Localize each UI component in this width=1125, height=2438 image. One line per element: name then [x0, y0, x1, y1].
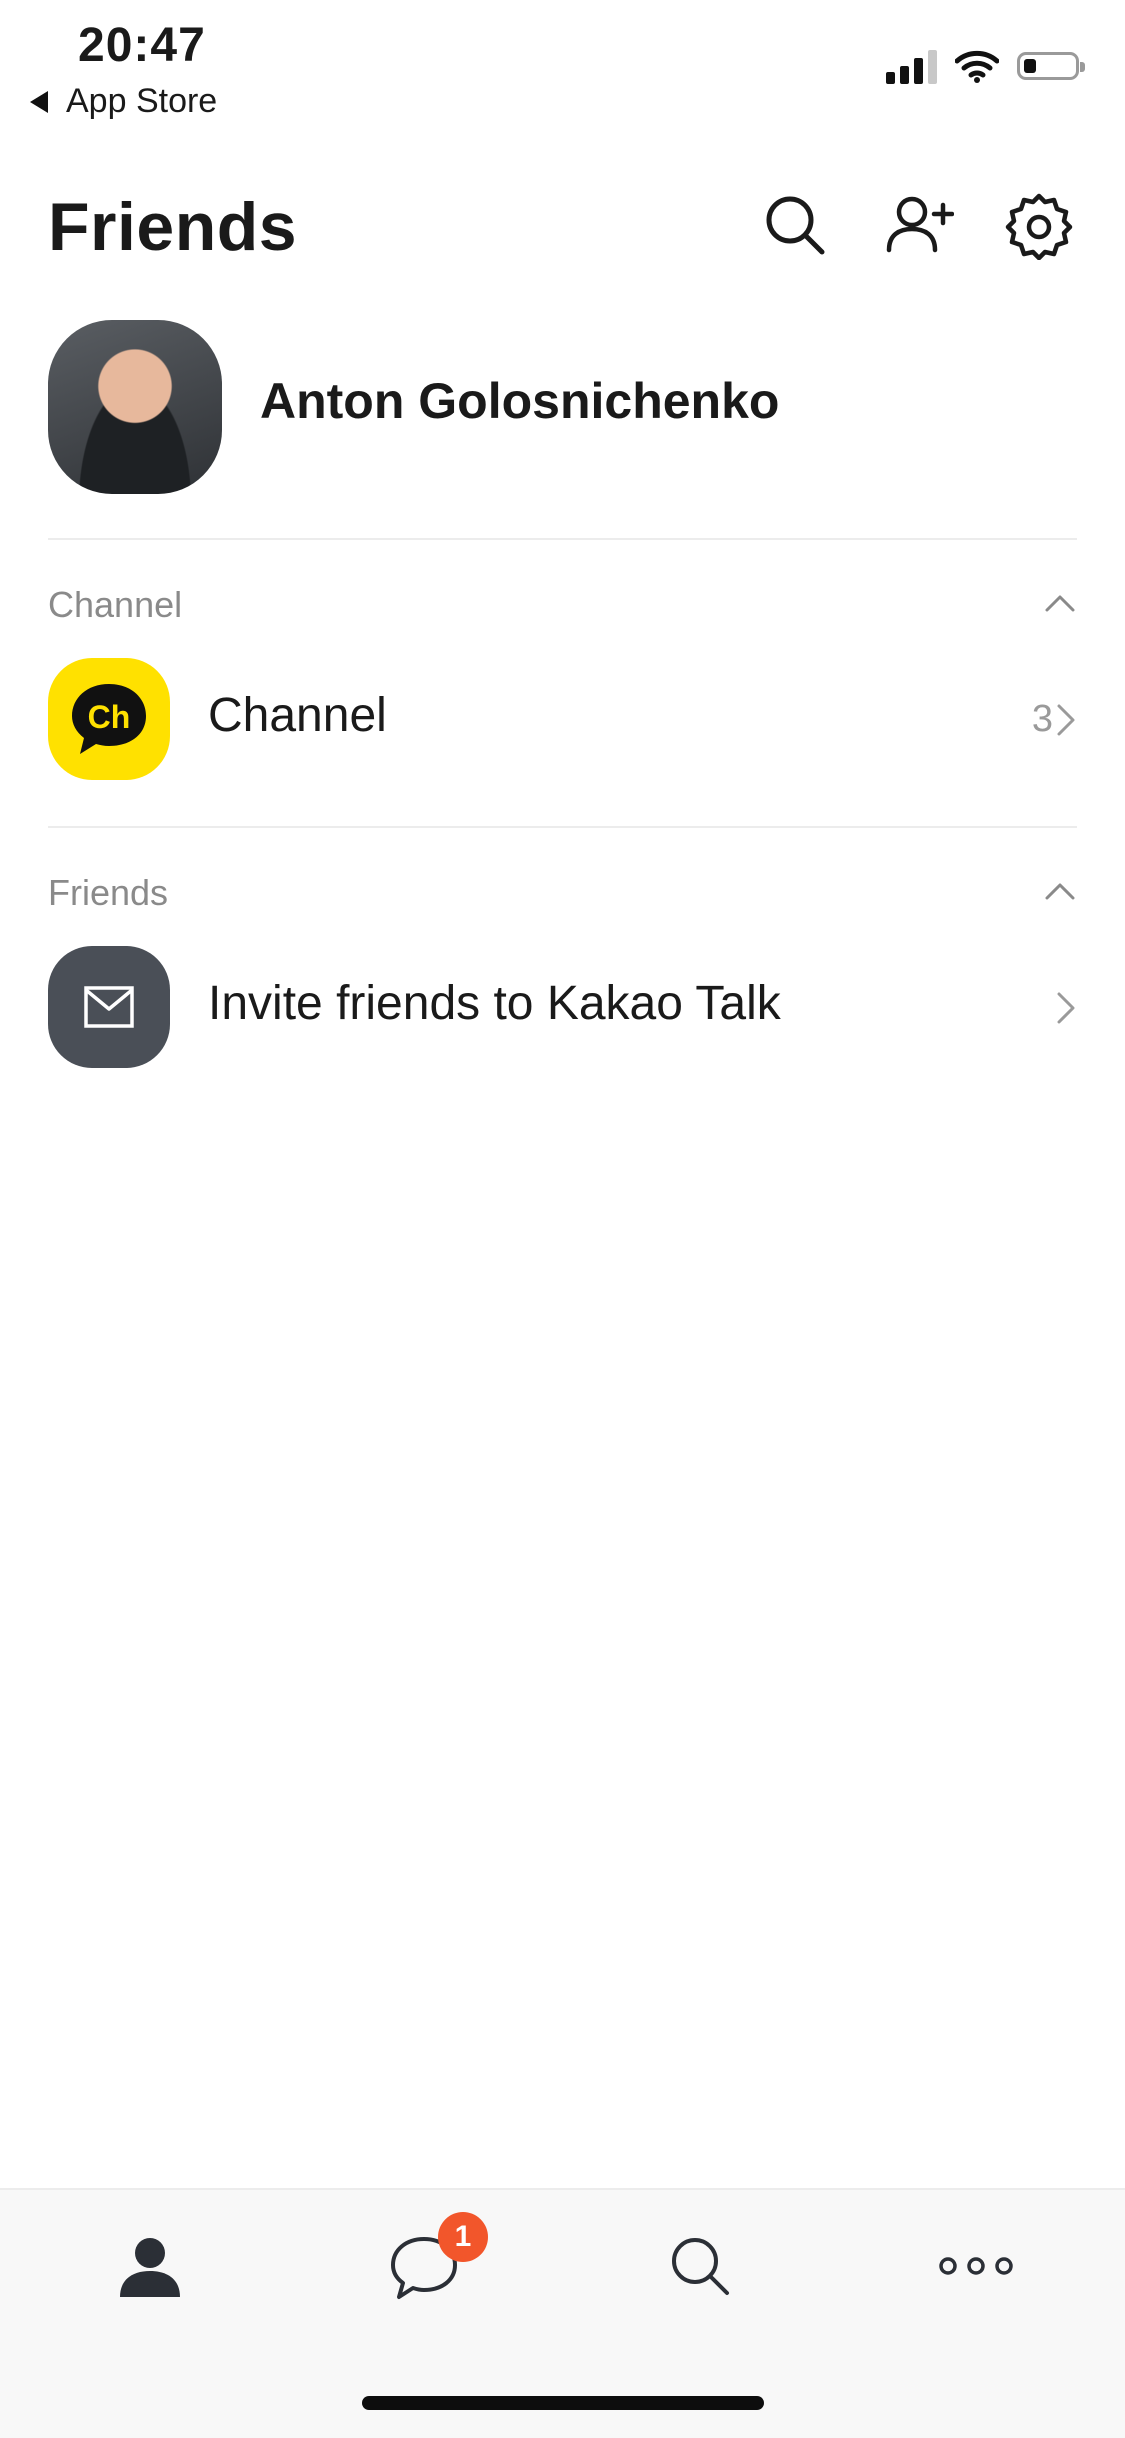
channel-icon: Ch	[48, 658, 170, 780]
search-icon	[672, 2238, 729, 2295]
more-icon	[939, 2257, 1013, 2275]
status-time: 20:47	[78, 19, 206, 72]
page-title: Friends	[48, 189, 298, 265]
divider	[48, 538, 1077, 540]
search-icon	[766, 196, 825, 255]
chevron-up-icon	[1045, 883, 1075, 900]
status-indicators	[886, 48, 1085, 84]
person-icon	[120, 2238, 180, 2297]
search-tab[interactable]	[660, 2226, 740, 2306]
home-indicator	[362, 2396, 764, 2410]
divider	[48, 826, 1077, 828]
friends-tab[interactable]	[110, 2226, 190, 2306]
svg-text:Ch: Ch	[88, 699, 131, 735]
collapse-channel-button[interactable]	[1043, 586, 1077, 620]
chevron-up-icon	[1045, 595, 1075, 612]
channel-row-label: Channel	[208, 689, 387, 742]
mail-icon	[48, 946, 170, 1068]
battery-icon	[1017, 52, 1085, 80]
add-friend-button[interactable]	[884, 190, 955, 260]
profile-name[interactable]: Anton Golosnichenko	[260, 372, 779, 430]
avatar[interactable]	[48, 320, 222, 494]
channel-count: 3	[1031, 698, 1053, 740]
section-label-channel: Channel	[48, 584, 183, 625]
back-arrow-icon	[30, 90, 48, 113]
chats-badge: 1	[438, 2212, 488, 2262]
section-label-friends: Friends	[48, 872, 169, 913]
back-label: App Store	[66, 82, 218, 120]
settings-button[interactable]	[1004, 190, 1074, 261]
add-friend-icon	[886, 196, 955, 253]
search-button[interactable]	[760, 190, 830, 260]
more-tab[interactable]	[936, 2226, 1016, 2306]
invite-friends-label: Invite friends to Kakao Talk	[208, 977, 781, 1030]
collapse-friends-button[interactable]	[1043, 874, 1077, 908]
chevron-right-icon	[1053, 700, 1079, 740]
wifi-icon	[955, 50, 999, 83]
signal-icon	[886, 48, 937, 84]
chevron-right-icon	[1053, 988, 1079, 1028]
settings-icon	[1005, 193, 1073, 261]
back-to-app-store[interactable]: App Store	[30, 82, 217, 121]
